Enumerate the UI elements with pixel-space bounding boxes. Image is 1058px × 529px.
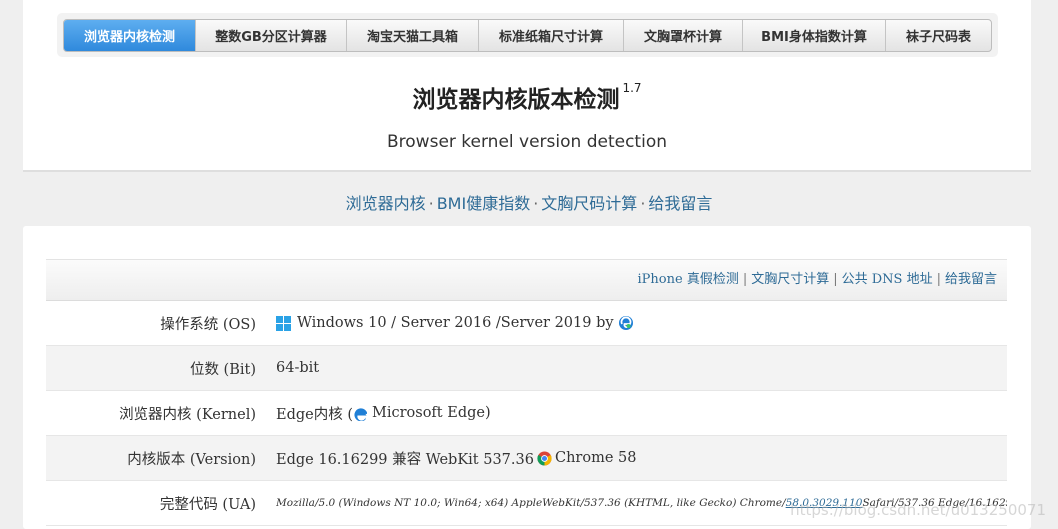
chrome-icon [537,450,552,466]
tab-carton-size[interactable]: 标准纸箱尺寸计算 [479,20,624,51]
link-separator: · [428,194,434,213]
bit-value: 64-bit [276,360,320,376]
tab-bmi[interactable]: BMI身体指数计算 [743,20,886,51]
panel-header: iPhone 真假检测 | 文胸尺寸计算 | 公共 DNS 地址 | 给我留言 [46,259,1007,301]
page-subtitle: Browser kernel version detection [387,132,667,152]
row-os: 操作系统 (OS) Windows 10 / Server 2016 /Serv… [46,301,1007,346]
watermark: https://blog.csdn.net/u013250071 [790,501,1046,519]
edge-icon [618,316,633,330]
head-separator: | [742,272,748,287]
link-bra-calc[interactable]: 文胸尺寸计算 [751,272,829,287]
head-separator: | [936,272,941,287]
version-value: Edge 16.16299 兼容 WebKit 537.36 Chrome 58 [276,448,1007,469]
bit-label: 位数 (Bit) [189,361,256,378]
version-value-suffix: Chrome 58 [554,450,637,466]
tab-gb-partition[interactable]: 整数GB分区计算器 [196,20,347,51]
os-value-text: Windows 10 / Server 2016 /Server 2019 by [297,315,614,331]
link-separator: · [533,194,539,213]
os-label: 操作系统 (OS) [160,316,256,333]
kernel-value-prefix: Edge内核 ( [276,406,353,423]
link-message[interactable]: 给我留言 [648,194,712,213]
link-bmi[interactable]: BMI健康指数 [437,194,531,213]
kernel-value-suffix: Microsoft Edge) [372,405,491,421]
link-separator: · [640,194,646,213]
header-card: 浏览器内核检测 整数GB分区计算器 淘宝天猫工具箱 标准纸箱尺寸计算 文胸罩杯计… [23,0,1031,172]
detection-panel: iPhone 真假检测 | 文胸尺寸计算 | 公共 DNS 地址 | 给我留言 操作系统 (… [46,259,1007,526]
tool-tabs-container: 浏览器内核检测 整数GB分区计算器 淘宝天猫工具箱 标准纸箱尺寸计算 文胸罩杯计… [57,13,998,57]
row-bit: 位数 (Bit) 64-bit [46,346,1007,391]
os-value: Windows 10 / Server 2016 /Server 2019 by [276,315,1007,331]
tab-taobao-tools[interactable]: 淘宝天猫工具箱 [347,20,479,51]
ua-label: 完整代码 (UA) [159,496,256,513]
row-kernel: 浏览器内核 (Kernel) Edge内核 ( Microsoft Edge) [46,391,1007,436]
version-value-prefix: Edge 16.16299 兼容 WebKit 537.36 [276,451,534,468]
link-public-dns[interactable]: 公共 DNS 地址 [842,272,933,287]
tab-browser-kernel[interactable]: 浏览器内核检测 [64,20,196,51]
link-leave-message[interactable]: 给我留言 [945,272,997,287]
tool-tabs: 浏览器内核检测 整数GB分区计算器 淘宝天猫工具箱 标准纸箱尺寸计算 文胸罩杯计… [63,19,992,52]
link-browser-kernel[interactable]: 浏览器内核 [346,194,426,213]
windows-icon [276,315,291,331]
row-version: 内核版本 (Version) Edge 16.16299 兼容 WebKit 5… [46,436,1007,481]
page-title: 浏览器内核版本检测 1.7 [23,80,1031,114]
page-title-text: 浏览器内核版本检测 [412,87,620,113]
version-badge: 1.7 [622,81,642,96]
quick-links: 浏览器内核 · BMI健康指数 · 文胸尺码计算 · 给我留言 [0,190,1058,214]
link-iphone-check[interactable]: iPhone 真假检测 [638,272,739,287]
detection-card: iPhone 真假检测 | 文胸尺寸计算 | 公共 DNS 地址 | 给我留言 操作系统 (… [23,226,1031,529]
link-bra-size[interactable]: 文胸尺码计算 [541,194,637,213]
tab-sock-size[interactable]: 袜子尺码表 [886,20,991,51]
ua-value-prefix: Mozilla/5.0 (Windows NT 10.0; Win64; x64… [276,497,786,509]
tab-bra-cup[interactable]: 文胸罩杯计算 [624,20,743,51]
version-label: 内核版本 (Version) [127,451,256,468]
edge-legacy-icon [354,408,367,421]
kernel-label: 浏览器内核 (Kernel) [119,406,256,423]
kernel-value: Edge内核 ( Microsoft Edge) [276,403,1007,424]
head-separator: | [833,272,838,287]
